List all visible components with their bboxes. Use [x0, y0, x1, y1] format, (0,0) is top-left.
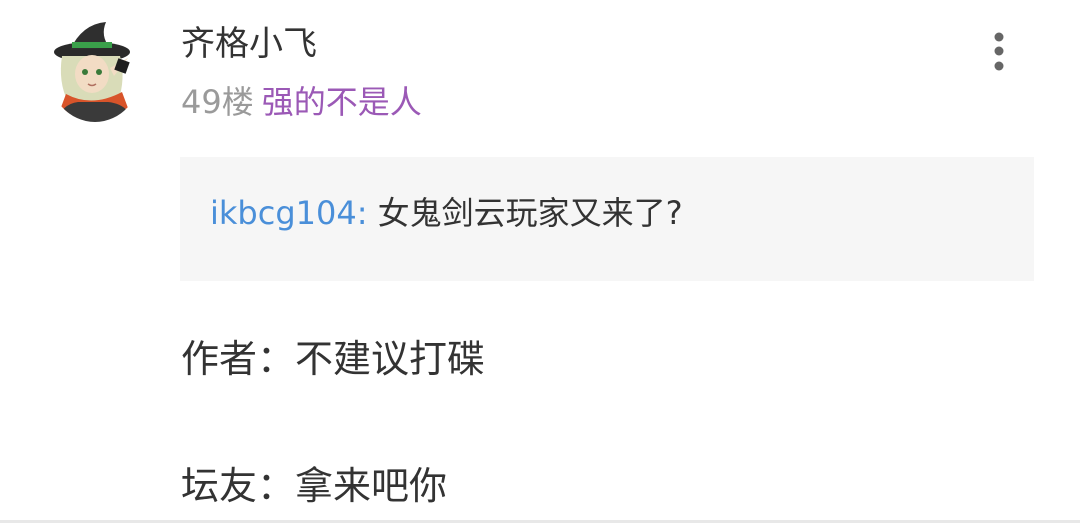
avatar[interactable] — [48, 18, 142, 122]
post-meta: 49楼 强的不是人 — [181, 80, 422, 124]
quoted-content: 女鬼剑云玩家又来了? — [377, 194, 683, 232]
more-vertical-icon — [994, 32, 1004, 71]
quoted-username[interactable]: ikbcg104: — [210, 194, 368, 232]
post-card: 齐格小飞 49楼 强的不是人 ikbcg104: 女鬼剑云玩家又来了? 作者：不建… — [0, 0, 1080, 523]
more-options-button[interactable] — [976, 26, 1022, 78]
post-body-line: 坛友：拿来吧你 — [181, 464, 448, 508]
quoted-reply[interactable]: ikbcg104: 女鬼剑云玩家又来了? — [180, 157, 1034, 281]
quoted-reply-text: ikbcg104: 女鬼剑云玩家又来了? — [210, 191, 683, 235]
user-title-badge: 强的不是人 — [261, 83, 422, 121]
username[interactable]: 齐格小飞 — [181, 22, 317, 66]
floor-number: 49楼 — [181, 83, 254, 121]
post-body-line: 作者：不建议打碟 — [181, 337, 486, 381]
avatar-image — [48, 18, 142, 122]
